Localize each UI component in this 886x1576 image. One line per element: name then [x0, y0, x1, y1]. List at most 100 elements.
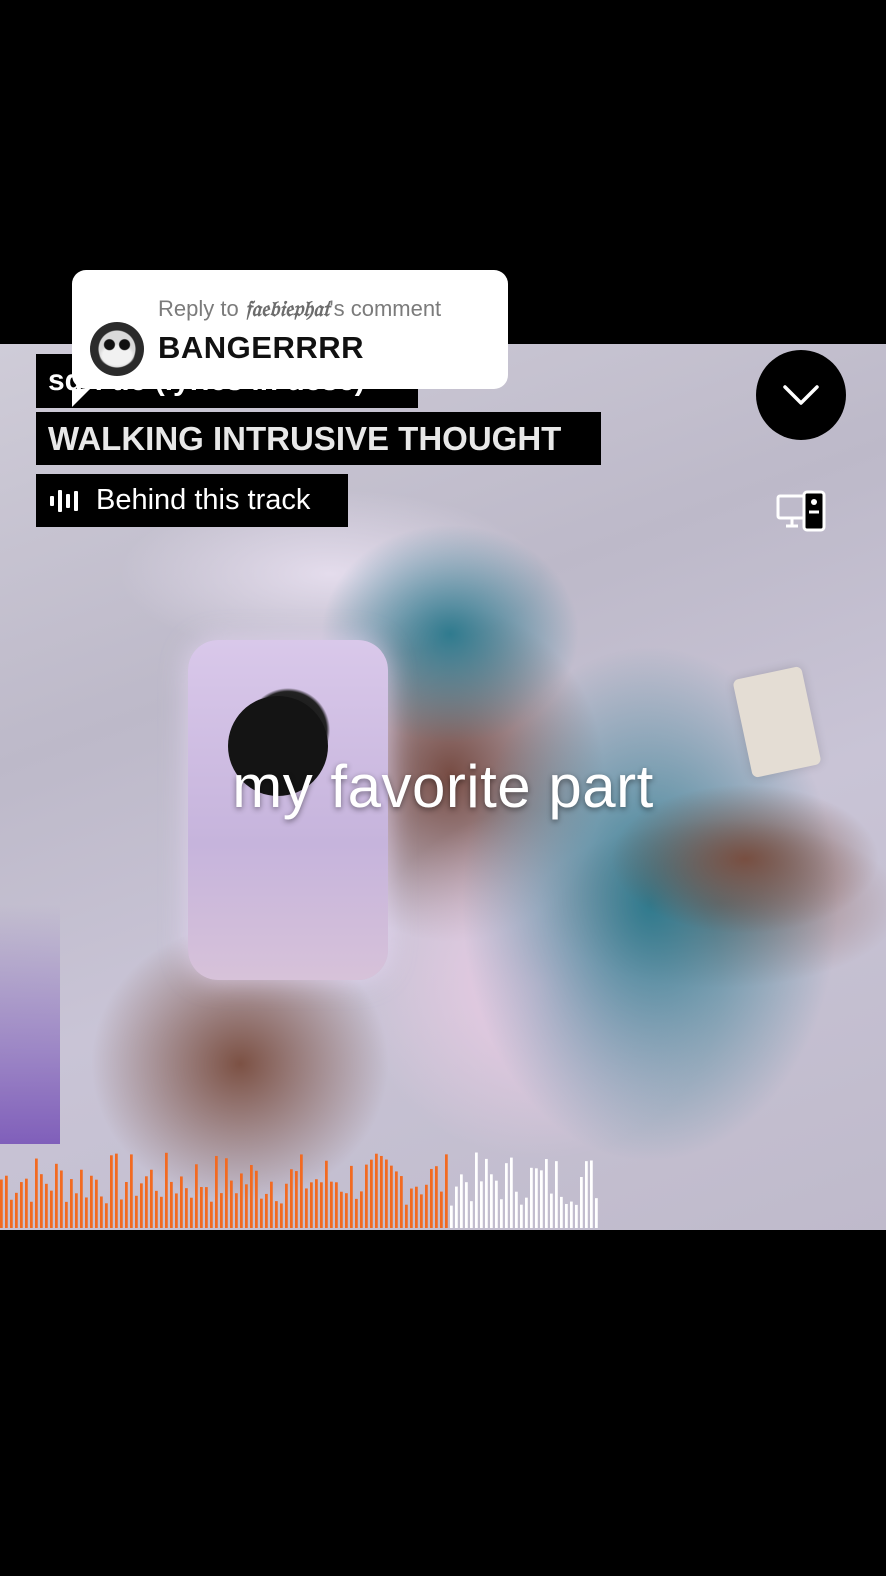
waveform-bar: [175, 1193, 178, 1228]
waveform-bar: [525, 1197, 528, 1228]
video-frame[interactable]: my favorite part sqrl tic (lyrics in des…: [0, 344, 886, 1230]
waveform-bar: [490, 1174, 493, 1228]
waveform-bar: [520, 1204, 523, 1228]
waveform-bar: [355, 1198, 358, 1228]
reply-comment-card[interactable]: Reply to 𝔣𝔞𝔢𝔟𝔦𝔢𝔭𝔥𝔞𝔱's comment BANGERRRR: [72, 270, 508, 407]
waveform-bar: [275, 1201, 278, 1228]
waveform-bar: [425, 1184, 428, 1228]
waveform-bar: [530, 1167, 533, 1228]
waveform-bar: [0, 1179, 3, 1228]
waveform-bar: [120, 1199, 123, 1228]
waveform-bar: [190, 1197, 193, 1228]
waveform-bar: [375, 1153, 378, 1228]
waveform-bar: [445, 1154, 448, 1228]
waveform-bar: [510, 1157, 513, 1228]
waveform-bar: [560, 1196, 563, 1228]
waveform-bar: [10, 1199, 13, 1228]
waveform-bar: [395, 1171, 398, 1228]
waveform-bar: [235, 1193, 238, 1228]
waveform-bar: [215, 1155, 218, 1228]
audio-waveform[interactable]: [0, 1152, 600, 1228]
waveform-bar: [35, 1158, 38, 1228]
waveform-bar: [595, 1198, 598, 1228]
waveform-bar: [15, 1192, 18, 1228]
waveform-bar: [430, 1168, 433, 1228]
waveform-bar: [270, 1181, 273, 1228]
track-title[interactable]: WALKING INTRUSIVE THOUGHT: [36, 412, 601, 465]
waveform-bar: [135, 1195, 138, 1228]
chevron-down-icon: [783, 385, 819, 405]
waveform-bar: [140, 1183, 143, 1228]
waveform-bar: [570, 1201, 573, 1228]
behind-this-track-label: Behind this track: [96, 484, 311, 516]
video-caption: my favorite part: [232, 753, 654, 820]
waveform-bar: [470, 1201, 473, 1228]
waveform-bar: [265, 1193, 268, 1228]
waveform-bar: [400, 1176, 403, 1228]
waveform-bar: [365, 1164, 368, 1228]
waveform-bar: [20, 1182, 23, 1228]
waveform-bar: [110, 1155, 113, 1228]
waveform-bar: [585, 1161, 588, 1228]
waveform-bar: [540, 1170, 543, 1228]
waveform-bar: [210, 1201, 213, 1228]
waveform-bar: [30, 1201, 33, 1228]
avatar: [90, 322, 144, 376]
waveform-bar: [90, 1175, 93, 1228]
waveform-bar: [315, 1179, 318, 1228]
waveform-bar: [465, 1182, 468, 1228]
waveform-bar: [250, 1165, 253, 1228]
device-cast-icon[interactable]: [776, 490, 828, 534]
waveform-bar: [220, 1193, 223, 1228]
wall-shadow: [0, 904, 60, 1144]
waveform-bar: [85, 1197, 88, 1228]
waveform-bar: [320, 1182, 323, 1228]
waveform-bar: [515, 1191, 518, 1228]
waveform-bar: [65, 1201, 68, 1228]
waveform-bar: [75, 1193, 78, 1228]
waveform-bar: [285, 1183, 288, 1228]
waveform-bar: [350, 1165, 353, 1228]
waveform-bar: [405, 1204, 408, 1228]
waveform-bar: [105, 1203, 108, 1228]
reply-suffix: 's comment: [329, 296, 442, 321]
waveform-bar: [225, 1158, 228, 1228]
waveform-bar: [575, 1204, 578, 1228]
waveform-bar: [150, 1169, 153, 1228]
waveform-bar: [125, 1182, 128, 1228]
waveform-bar: [95, 1179, 98, 1228]
reply-username[interactable]: 𝔣𝔞𝔢𝔟𝔦𝔢𝔭𝔥𝔞𝔱: [245, 296, 330, 322]
waveform-bar: [360, 1191, 363, 1228]
waveform-bar: [230, 1180, 233, 1228]
waveform-bar: [495, 1180, 498, 1228]
waveform-bar: [345, 1193, 348, 1228]
waveform-bar: [205, 1187, 208, 1228]
waveform-bar: [390, 1165, 393, 1228]
waveform-bar: [240, 1173, 243, 1228]
behind-this-track-button[interactable]: Behind this track: [36, 474, 348, 527]
reply-meta: Reply to 𝔣𝔞𝔢𝔟𝔦𝔢𝔭𝔥𝔞𝔱's comment: [158, 296, 441, 322]
waveform-bar: [115, 1153, 118, 1228]
waveform-bar: [195, 1164, 198, 1228]
collapse-button[interactable]: [756, 350, 846, 440]
waveform-bar: [40, 1174, 43, 1228]
reply-comment-text: BANGERRRR: [158, 330, 364, 365]
waveform-bar: [385, 1159, 388, 1228]
waveform-bar: [500, 1199, 503, 1228]
waveform-bar: [410, 1188, 413, 1228]
waveform-bar: [325, 1160, 328, 1228]
waveform-bar: [155, 1190, 158, 1228]
waveform-bar: [165, 1152, 168, 1228]
waveform-bar: [260, 1198, 263, 1228]
waveform-bar: [450, 1205, 453, 1228]
waveform-bar: [475, 1152, 478, 1228]
waveform-bar: [485, 1158, 488, 1228]
waveform-bar: [100, 1196, 103, 1228]
waveform-bar: [55, 1163, 58, 1228]
waveform-bar: [480, 1181, 483, 1228]
waveform-bar: [80, 1169, 83, 1228]
waveform-bar: [170, 1181, 173, 1228]
waveform-bar: [290, 1169, 293, 1228]
waveform-bar: [245, 1184, 248, 1228]
waveform-bar: [415, 1186, 418, 1228]
